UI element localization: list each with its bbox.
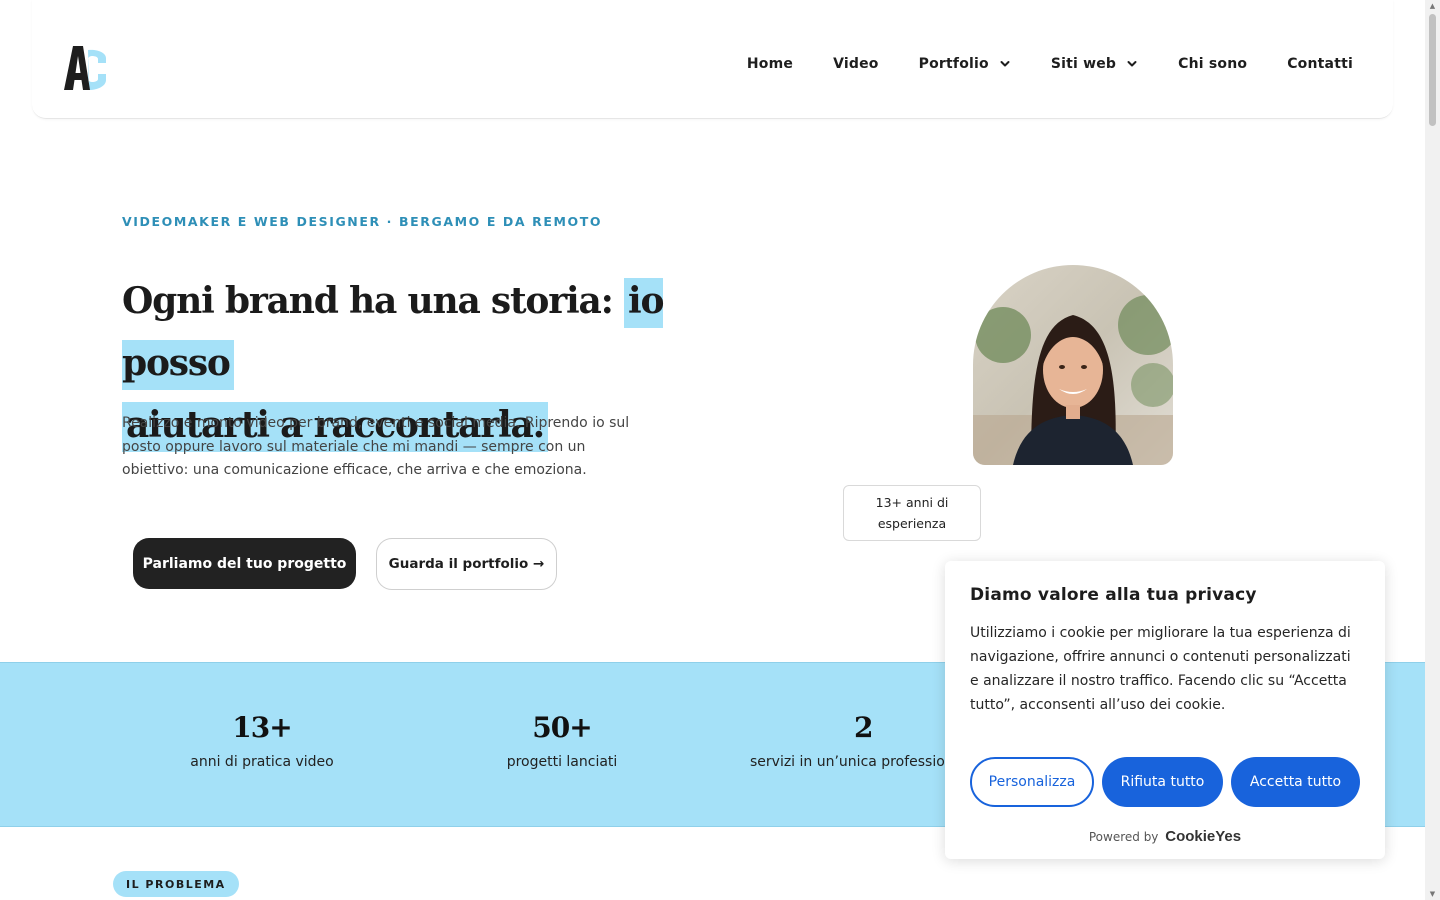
cookie-powered-by: Powered by CookieYes xyxy=(945,828,1385,845)
section-pill: IL PROBLEMA xyxy=(113,871,239,897)
cookie-banner: Diamo valore alla tua privacy Utilizziam… xyxy=(945,561,1385,859)
stat-years: 13+ anni di pratica video xyxy=(112,711,412,770)
powered-by-label: Powered by xyxy=(1088,830,1159,844)
cookie-title: Diamo valore alla tua privacy xyxy=(970,585,1257,605)
stat-projects: 50+ progetti lanciati xyxy=(412,711,712,770)
chevron-down-icon xyxy=(1000,61,1010,67)
nav-video[interactable]: Video xyxy=(833,56,879,72)
nav-home-label: Home xyxy=(746,56,794,72)
main-nav: Home Video Portfolio Siti web Chi sono C… xyxy=(707,56,1353,72)
nav-video-label: Video xyxy=(833,56,879,72)
cookie-reject-button[interactable]: Rifiuta tutto xyxy=(1102,757,1223,807)
stat-number: 50+ xyxy=(532,711,592,744)
portrait-image xyxy=(973,265,1173,465)
page-scrollbar[interactable]: ▲ ▼ xyxy=(1425,0,1440,900)
scroll-up-icon[interactable]: ▲ xyxy=(1428,2,1437,10)
chevron-down-icon xyxy=(1127,61,1137,67)
nav-siti-web[interactable]: Siti web xyxy=(1051,56,1138,72)
cookieyes-logo[interactable]: CookieYes xyxy=(1165,828,1241,845)
nav-chi-sono[interactable]: Chi sono xyxy=(1178,56,1247,72)
nav-portfolio[interactable]: Portfolio xyxy=(919,56,1011,72)
cookie-accept-button[interactable]: Accetta tutto xyxy=(1231,757,1360,807)
logo-ac-icon xyxy=(64,46,106,90)
nav-contatti-label: Contatti xyxy=(1287,56,1353,72)
headline-plain: Ogni brand ha una storia: xyxy=(122,280,614,322)
portrait-photo xyxy=(973,265,1173,465)
stat-label: anni di pratica video xyxy=(190,754,334,770)
site-logo[interactable] xyxy=(62,44,110,94)
site-header: Home Video Portfolio Siti web Chi sono C… xyxy=(32,0,1393,119)
scroll-thumb[interactable] xyxy=(1429,14,1436,126)
hero-eyebrow: VIDEOMAKER E WEB DESIGNER · BERGAMO E DA… xyxy=(122,214,603,229)
cookie-customize-button[interactable]: Personalizza xyxy=(970,757,1094,807)
nav-home[interactable]: Home xyxy=(747,56,793,72)
view-portfolio-button[interactable]: Guarda il portfolio → xyxy=(376,538,557,590)
hero-lede: Realizzo e monto video per brand, eventi… xyxy=(122,415,630,478)
talk-project-button[interactable]: Parliamo del tuo progetto xyxy=(133,538,356,589)
nav-contatti[interactable]: Contatti xyxy=(1287,56,1353,72)
nav-siti-web-label: Siti web xyxy=(1050,56,1117,72)
nav-portfolio-label: Portfolio xyxy=(918,56,989,72)
nav-chi-sono-label: Chi sono xyxy=(1178,56,1248,72)
stat-number: 13+ xyxy=(232,711,292,744)
scroll-down-icon[interactable]: ▼ xyxy=(1428,890,1437,898)
stat-label: progetti lanciati xyxy=(506,754,618,770)
cookie-text: Utilizziamo i cookie per migliorare la t… xyxy=(970,625,1351,713)
experience-badge: 13+ anni di esperienza xyxy=(843,485,981,541)
